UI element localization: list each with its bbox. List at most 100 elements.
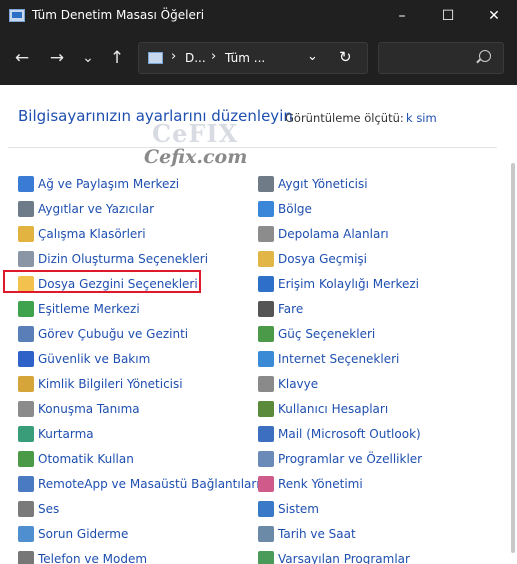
control-panel-item-label: Mail (Microsoft Outlook) — [278, 427, 421, 441]
control-panel-item-label: Aygıtlar ve Yazıcılar — [38, 202, 155, 216]
refresh-button[interactable]: ↻ — [339, 48, 352, 66]
control-panel-item-label: Klavye — [278, 377, 319, 391]
control-panel-item-label: Erişim Kolaylığı Merkezi — [278, 277, 419, 291]
control-panel-item[interactable]: Mail (Microsoft Outlook) — [258, 424, 421, 444]
control-panel-icon — [148, 52, 163, 64]
search-input[interactable] — [378, 42, 504, 74]
control-panel-item[interactable]: Aygıt Yöneticisi — [258, 174, 368, 194]
control-panel-item[interactable]: Telefon ve Modem — [18, 549, 147, 564]
keyboard-icon — [258, 376, 274, 392]
control-panel-item[interactable]: Varsayılan Programlar — [258, 549, 410, 564]
close-button[interactable]: ✕ — [471, 0, 517, 32]
control-panel-item[interactable]: Klavye — [258, 374, 318, 394]
control-panel-item-label: Sorun Giderme — [38, 527, 129, 541]
control-panel-item[interactable]: Programlar ve Özellikler — [258, 449, 422, 469]
control-panel-item[interactable]: Sorun Giderme — [18, 524, 128, 544]
breadcrumb-separator: › — [171, 49, 177, 64]
window-title: Tüm Denetim Masası Öğeleri — [32, 8, 205, 22]
control-panel-item[interactable]: Ağ ve Paylaşım Merkezi — [18, 174, 179, 194]
recovery-icon — [18, 426, 34, 442]
network-icon — [18, 176, 34, 192]
up-button[interactable]: ↑ — [105, 46, 129, 70]
watermark-text: Cefix.com — [144, 146, 248, 168]
view-by-label: Görüntüleme ölçütü: — [285, 111, 404, 125]
control-panel-icon — [9, 9, 25, 22]
control-panel-item-label: Kurtarma — [38, 427, 94, 441]
back-button[interactable]: ← — [10, 46, 34, 70]
control-panel-item[interactable]: Otomatik Kullan — [18, 449, 134, 469]
search-icon — [479, 50, 491, 62]
power-icon — [258, 326, 274, 342]
title-bar: Tüm Denetim Masası Öğeleri – ☐ ✕ — [0, 0, 517, 32]
control-panel-item[interactable]: Sistem — [258, 499, 319, 519]
forward-button[interactable]: → — [45, 46, 69, 70]
indexing-icon — [18, 251, 34, 267]
system-icon — [258, 501, 274, 517]
control-panel-item[interactable]: Güç Seçenekleri — [258, 324, 375, 344]
address-bar[interactable]: › D... › Tüm ... ⌄ ↻ — [138, 42, 368, 74]
mail-icon — [258, 426, 274, 442]
control-panel-item-label: Güç Seçenekleri — [278, 327, 376, 341]
control-panel-item[interactable]: Konuşma Tanıma — [18, 399, 140, 419]
control-panel-item-label: Renk Yönetimi — [278, 477, 363, 491]
control-panel-item[interactable]: Aygıtlar ve Yazıcılar — [18, 199, 154, 219]
control-panel-item[interactable]: Kimlik Bilgileri Yöneticisi — [18, 374, 183, 394]
control-panel-item-label: Konuşma Tanıma — [38, 402, 140, 416]
phone-icon — [18, 551, 34, 564]
control-panel-item[interactable]: Bölge — [258, 199, 312, 219]
control-panel-item[interactable]: Internet Seçenekleri — [258, 349, 399, 369]
breadcrumb-all-items[interactable]: Tüm ... — [225, 51, 265, 65]
recent-locations-button[interactable]: ⌄ — [76, 46, 100, 70]
color-management-icon — [258, 476, 274, 492]
speaker-icon — [18, 501, 34, 517]
control-panel-item-label: Eşitleme Merkezi — [38, 302, 140, 316]
watermark-logo: CeFIX — [152, 119, 239, 148]
control-panel-item-label: Ağ ve Paylaşım Merkezi — [38, 177, 180, 191]
control-panel-item-label: Görev Çubuğu ve Gezinti — [38, 327, 189, 341]
control-panel-item[interactable]: Tarih ve Saat — [258, 524, 356, 544]
control-panel-item[interactable]: Ses — [18, 499, 59, 519]
maximize-button[interactable]: ☐ — [425, 0, 471, 32]
highlight-box — [3, 270, 201, 293]
control-panel-item[interactable]: Depolama Alanları — [258, 224, 389, 244]
globe-icon — [258, 201, 274, 217]
breadcrumb-control-panel[interactable]: D... — [185, 51, 206, 65]
control-panel-item[interactable]: Fare — [258, 299, 303, 319]
view-by-dropdown[interactable]: k sim — [406, 111, 437, 125]
control-panel-item[interactable]: Dizin Oluşturma Seçenekleri — [18, 249, 208, 269]
control-panel-content: Bilgisayarınızın ayarlarını düzenleyin G… — [0, 85, 517, 564]
control-panel-item-label: Dosya Geçmişi — [278, 252, 367, 266]
control-panel-item[interactable]: Görev Çubuğu ve Gezinti — [18, 324, 188, 344]
control-panel-item[interactable]: RemoteApp ve Masaüstü Bağlantıları — [18, 474, 260, 494]
control-panel-item[interactable]: Renk Yönetimi — [258, 474, 363, 494]
work-folder-icon — [18, 226, 34, 242]
address-dropdown-button[interactable]: ⌄ — [307, 49, 318, 64]
control-panel-item[interactable]: Kullanıcı Hesapları — [258, 399, 388, 419]
navigation-bar: ← → ⌄ ↑ › D... › Tüm ... ⌄ ↻ — [0, 32, 517, 85]
control-panel-item-label: Çalışma Klasörleri — [38, 227, 146, 241]
control-panel-item[interactable]: Kurtarma — [18, 424, 94, 444]
mouse-icon — [258, 301, 274, 317]
sync-icon — [18, 301, 34, 317]
minimize-button[interactable]: – — [379, 0, 425, 32]
control-panel-item-label: Varsayılan Programlar — [278, 552, 410, 564]
control-panel-item[interactable]: Erişim Kolaylığı Merkezi — [258, 274, 419, 294]
control-panel-item-label: Otomatik Kullan — [38, 452, 134, 466]
microphone-icon — [18, 401, 34, 417]
control-panel-item[interactable]: Güvenlik ve Bakım — [18, 349, 150, 369]
scrollbar[interactable] — [511, 163, 515, 553]
users-icon — [258, 401, 274, 417]
control-panel-item[interactable]: Dosya Geçmişi — [258, 249, 367, 269]
control-panel-item-label: Ses — [38, 502, 60, 516]
remote-desktop-icon — [18, 476, 34, 492]
control-panel-item-label: Telefon ve Modem — [38, 552, 148, 564]
clock-icon — [258, 526, 274, 542]
taskbar-icon — [18, 326, 34, 342]
autoplay-icon — [18, 451, 34, 467]
control-panel-item[interactable]: Çalışma Klasörleri — [18, 224, 146, 244]
accessibility-icon — [258, 276, 274, 292]
control-panel-item-label: Programlar ve Özellikler — [278, 452, 423, 466]
control-panel-item[interactable]: Eşitleme Merkezi — [18, 299, 140, 319]
programs-icon — [258, 451, 274, 467]
control-panel-item-label: Fare — [278, 302, 304, 316]
